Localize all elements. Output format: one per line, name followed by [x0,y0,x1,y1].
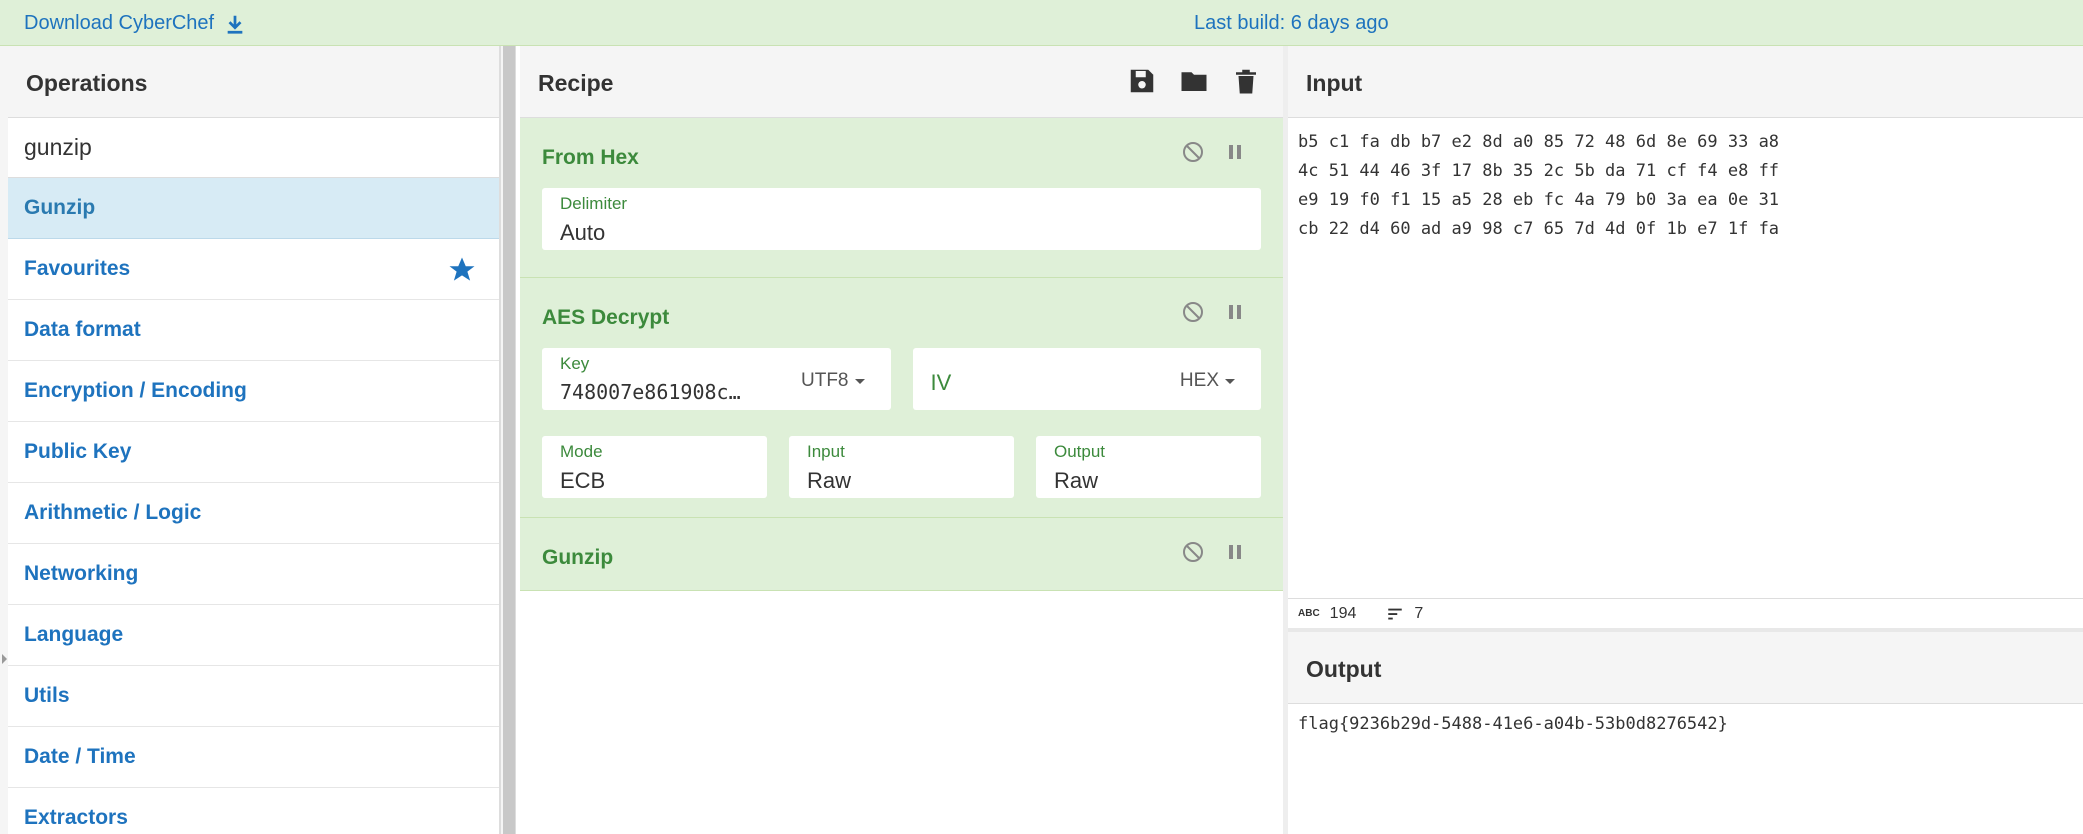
category-arithmetic-logic[interactable]: Arithmetic / Logic [8,483,499,544]
category-encryption-encoding[interactable]: Encryption / Encoding [8,361,499,422]
abc-icon: ABC [1298,608,1320,619]
chevron-down-icon [1225,378,1235,384]
mode-io-row: Mode ECB Input Raw Output Raw [542,436,1261,498]
input-status-bar: ABC 194 7 [1288,598,2083,632]
output-title: Output [1288,632,2083,704]
input-line: b5 c1 fa db b7 e2 8d a0 85 72 48 6d 8e 6… [1298,132,1780,152]
disable-icon[interactable] [1181,300,1205,324]
recipe-header: Recipe [520,46,1283,118]
lines-icon [1388,608,1403,619]
output-textarea[interactable]: flag{9236b29d-5488-41e6-a04b-53b0d827654… [1288,704,2083,734]
category-utils[interactable]: Utils [8,666,499,727]
input-format-field[interactable]: Input Raw [789,436,1014,498]
input-format-value: Raw [807,468,852,493]
operations-title: Operations [8,46,499,118]
pause-icon[interactable] [1223,300,1247,324]
recipe-title: Recipe [538,70,614,96]
disable-icon[interactable] [1181,140,1205,164]
recipe-op-from-hex[interactable]: From Hex Delimiter Auto [520,118,1283,278]
key-value: 748007e861908c… [560,380,741,404]
pause-icon[interactable] [1223,140,1247,164]
op-controls [1181,540,1247,564]
expand-caret-icon [2,654,7,664]
mode-value: ECB [560,468,606,493]
operations-panel: Operations gunzip Gunzip Favourites Data… [8,46,500,834]
input-line: cb 22 d4 60 ad a9 98 c7 65 7d 4d 0f 1b e… [1298,219,1780,239]
op-controls [1181,300,1247,324]
recipe-op-aes-decrypt[interactable]: AES Decrypt Key 748007e861908c… UTF8 IV … [520,278,1283,518]
iv-format-dropdown[interactable]: HEX [1180,370,1235,392]
io-panel: Input b5 c1 fa db b7 e2 8d a0 85 72 48 6… [1288,46,2083,834]
delimiter-value: Auto [560,220,606,245]
op-name: From Hex [542,146,639,169]
delimiter-label: Delimiter [560,194,628,213]
download-icon [227,15,243,34]
category-extractors[interactable]: Extractors [8,788,499,834]
op-result-gunzip[interactable]: Gunzip [8,178,499,239]
key-iv-row: Key 748007e861908c… UTF8 IV HEX [542,348,1261,410]
key-field[interactable]: Key 748007e861908c… UTF8 [542,348,891,410]
category-date-time[interactable]: Date / Time [8,727,499,788]
trash-icon[interactable] [1231,66,1261,96]
category-data-format[interactable]: Data format [8,300,499,361]
left-collapse-edge[interactable] [0,46,8,834]
last-build-text: Last build: 6 days ago [1194,12,1389,34]
mode-field[interactable]: Mode ECB [542,436,767,498]
category-networking[interactable]: Networking [8,544,499,605]
input-format-label: Input [807,442,845,461]
output-format-label: Output [1054,442,1106,461]
chevron-down-icon [854,378,865,384]
top-banner: Download CyberChef Last build: 6 days ag… [0,0,2083,46]
input-title: Input [1288,46,2083,118]
key-format-value: UTF8 [801,370,849,391]
save-icon[interactable] [1127,66,1157,96]
disable-icon[interactable] [1181,540,1205,564]
key-format-dropdown[interactable]: UTF8 [801,370,865,392]
iv-format-value: HEX [1179,370,1219,391]
input-lines-count: 7 [1414,604,1424,622]
recipe-panel: Recipe From Hex Delimiter Auto AES Decry… [520,46,1283,834]
recipe-toolbar [1127,66,1261,96]
delimiter-field[interactable]: Delimiter Auto [542,188,1261,250]
folder-icon[interactable] [1179,66,1209,96]
op-name: AES Decrypt [542,306,670,329]
category-public-key[interactable]: Public Key [8,422,499,483]
operations-recipe-divider[interactable] [500,46,516,834]
category-favourites[interactable]: Favourites [8,239,499,300]
op-name: Gunzip [542,546,614,569]
category-label: Favourites [24,257,131,280]
output-format-value: Raw [1054,468,1099,493]
recipe-op-gunzip[interactable]: Gunzip [520,518,1283,591]
download-link[interactable]: Download CyberChef [24,12,246,35]
output-format-field[interactable]: Output Raw [1036,436,1261,498]
iv-field[interactable]: IV HEX [912,348,1261,410]
input-line: 4c 51 44 46 3f 17 8b 35 2c 5b da 71 cf f… [1298,161,1780,181]
pause-icon[interactable] [1223,540,1247,564]
star-icon [449,257,475,281]
input-textarea[interactable]: b5 c1 fa db b7 e2 8d a0 85 72 48 6d 8e 6… [1288,118,2083,598]
input-line: e9 19 f0 f1 15 a5 28 eb fc 4a 79 b0 3a e… [1298,190,1780,210]
download-label: Download CyberChef [24,12,215,34]
mode-label: Mode [560,442,603,461]
op-controls [1181,140,1247,164]
input-length: 194 [1329,604,1357,622]
operations-search-input[interactable]: gunzip [8,118,499,178]
category-language[interactable]: Language [8,605,499,666]
